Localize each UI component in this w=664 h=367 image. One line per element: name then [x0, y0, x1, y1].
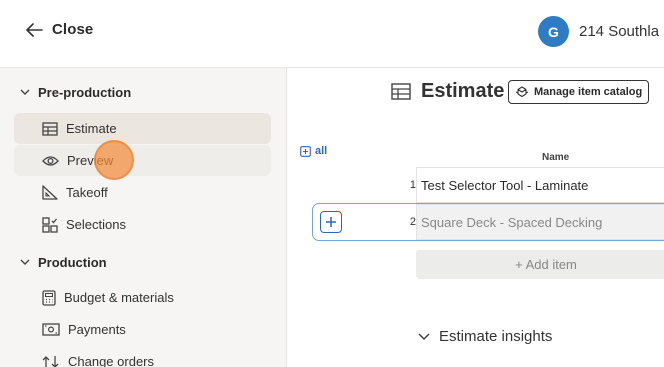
eye-icon: [42, 155, 59, 166]
ruler-icon: [42, 185, 58, 200]
avatar: G: [538, 16, 569, 47]
section-production[interactable]: Production: [20, 255, 107, 270]
item-name-cell[interactable]: Square Deck - Spaced Decking: [416, 204, 664, 240]
section-label: Pre-production: [38, 85, 132, 100]
catalog-icon: [515, 85, 529, 97]
project-name: 214 Southla: [579, 23, 660, 40]
main-panel: Estimate Manage item catalog all Name 1 …: [288, 68, 664, 367]
close-label: Close: [52, 21, 94, 38]
sidebar-item-label: Payments: [68, 322, 126, 337]
section-label: Production: [38, 255, 107, 270]
item-name-cell[interactable]: Test Selector Tool - Laminate: [416, 167, 664, 203]
section-pre-production[interactable]: Pre-production: [20, 85, 131, 100]
cash-icon: [42, 323, 60, 336]
table-icon: [391, 83, 411, 100]
change-orders-icon: [42, 355, 59, 367]
expand-all-label: all: [315, 145, 328, 157]
row-number: 1: [409, 179, 416, 191]
chevron-down-icon: [20, 89, 30, 95]
cursor-highlight: [94, 140, 134, 180]
table-row[interactable]: 2 Square Deck - Spaced Decking: [378, 204, 664, 240]
add-subitem-button[interactable]: [320, 211, 342, 233]
selections-icon: [42, 216, 58, 233]
sidebar-item-selections[interactable]: Selections: [14, 209, 271, 240]
sidebar-item-payments[interactable]: Payments: [14, 314, 271, 345]
page-title-text: Estimate: [421, 80, 505, 102]
page-title: Estimate: [391, 80, 504, 103]
sidebar: Pre-production Estimate Preview Takeoff …: [0, 68, 287, 367]
project-switcher[interactable]: G 214 Southla: [538, 16, 659, 47]
plus-square-icon: [300, 145, 311, 157]
manage-item-catalog-button[interactable]: Manage item catalog: [508, 80, 650, 104]
sidebar-item-label: Takeoff: [66, 185, 108, 200]
sidebar-item-preview[interactable]: Preview: [14, 145, 271, 176]
plus-icon: [326, 217, 336, 227]
add-item-label: + Add item: [515, 257, 577, 272]
close-button[interactable]: Close: [26, 21, 93, 38]
manage-item-catalog-label: Manage item catalog: [534, 86, 643, 98]
sidebar-item-change-orders[interactable]: Change orders: [14, 346, 271, 367]
table-row[interactable]: 1 Test Selector Tool - Laminate: [378, 167, 664, 203]
calculator-icon: [42, 289, 56, 306]
chevron-down-icon: [418, 332, 430, 340]
arrow-left-icon: [26, 22, 43, 37]
expand-all-toggle[interactable]: all: [300, 145, 327, 157]
chevron-down-icon: [20, 259, 30, 265]
column-header-name: Name: [542, 152, 570, 163]
estimate-insights-label: Estimate insights: [439, 328, 553, 345]
sidebar-item-budget-materials[interactable]: Budget & materials: [14, 282, 271, 313]
sidebar-item-estimate[interactable]: Estimate: [14, 113, 271, 144]
sidebar-item-label: Change orders: [68, 354, 154, 367]
table-icon: [42, 121, 58, 136]
top-bar: Close G 214 Southla: [0, 0, 664, 68]
sidebar-item-label: Estimate: [66, 121, 117, 136]
sidebar-item-label: Budget & materials: [64, 290, 174, 305]
add-item-button[interactable]: + Add item: [416, 250, 664, 279]
sidebar-item-takeoff[interactable]: Takeoff: [14, 177, 271, 208]
sidebar-item-label: Selections: [66, 217, 126, 232]
row-number: 2: [409, 216, 416, 228]
estimate-insights-toggle[interactable]: Estimate insights: [418, 328, 552, 345]
